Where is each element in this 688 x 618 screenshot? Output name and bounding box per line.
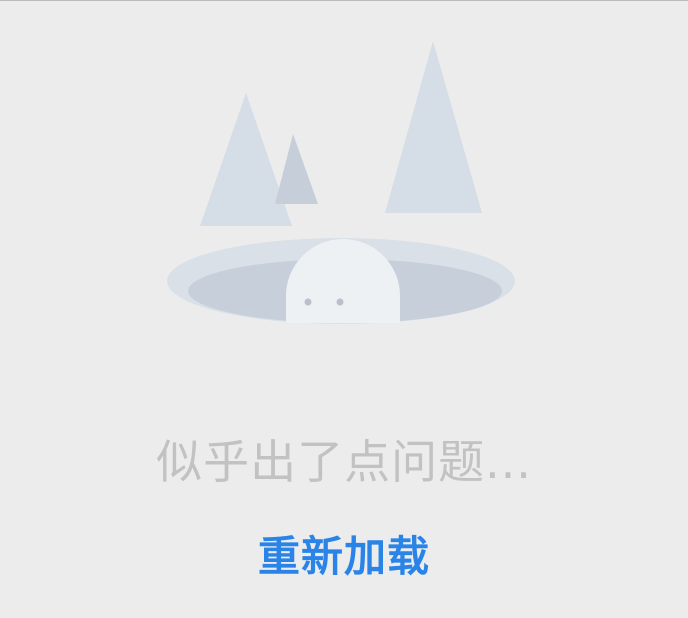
error-screen: 似乎出了点问题... 重新加载 [0, 0, 688, 618]
tree-left-icon [200, 93, 292, 226]
ghost-eye-right-icon [336, 298, 344, 306]
reload-button[interactable]: 重新加载 [0, 523, 688, 584]
ghost-eye-left-icon [304, 298, 312, 306]
ghost-in-hole-illustration [167, 41, 515, 324]
error-message: 似乎出了点问题... [156, 435, 532, 489]
tree-right-icon [385, 41, 482, 213]
tree-small-icon [275, 134, 318, 204]
